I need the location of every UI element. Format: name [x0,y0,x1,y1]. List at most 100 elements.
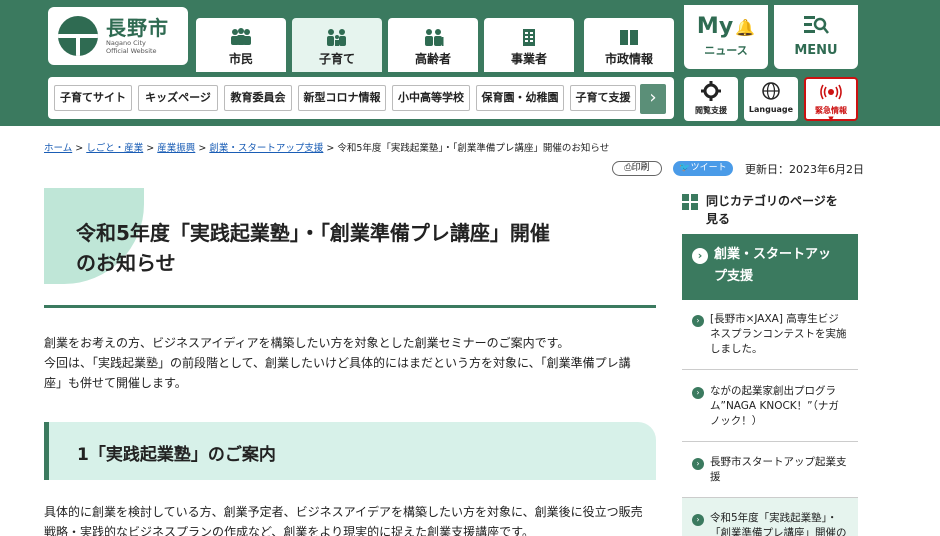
logo-english-name: Nagano City [106,39,146,47]
nav-tab-label: 子育て [318,52,355,66]
sidebar-link-line: 「創業準備プレ講座」開催の [710,527,847,536]
people-icon [231,28,251,45]
alert-signal-icon [820,84,842,100]
my-news-label: ニュース [704,44,748,57]
sidebar-link-line: ネスプランコンテストを実施 [710,328,847,340]
bell-icon: 🔔 [735,18,756,37]
my-news-button[interactable]: My 🔔 ニュース [684,5,768,69]
arrow-right-circle-icon: › [692,458,704,470]
arrow-right-circle-icon: › [692,248,708,264]
book-icon [620,30,638,45]
page-title-line: 令和5年度「実践起業塾」・「創業準備プレ講座」開催 [76,221,550,245]
nav-tab-label: 事業者 [510,52,547,66]
breadcrumb-link-industry-promotion[interactable]: 産業振興 [157,143,195,154]
logo-english-subtitle: Official Website [106,47,157,55]
section-body-line: 戦略・実践的なビジネスプランの作成など、創業をより現実的に捉えた創業支援講座です… [44,525,534,536]
intro-line: 座」も併せて開催します。 [44,376,187,390]
sidebar-link-naga-knock[interactable]: › ながの起業家創出プログラ ム”NAGA KNOCK！”（ナガ ノック！） [682,370,858,442]
accessibility-button[interactable]: 閲覧支援 [684,77,738,121]
breadcrumb-link-home[interactable]: ホーム [44,143,72,154]
sidebar-link-line: ム”NAGA KNOCK！”（ナガ [710,400,839,412]
logo-city-name: 長野市 [106,16,169,40]
breadcrumb-separator: > [146,143,155,154]
twitter-bird-icon: 🐦 [679,163,691,173]
updated-date: 更新日：2023年6月2日 [745,163,864,176]
subnav-item-childcare-support[interactable]: 子育て支援 [570,85,636,111]
sidebar-link-line: [長野市×JAXA] 高専生ビジ [710,313,839,325]
nav-tab-city-info[interactable]: 市政情報 [584,18,674,72]
sidebar-link-startup-support[interactable]: › 長野市スタートアップ起業支 援 [682,442,858,498]
globe-icon [762,82,780,100]
site-header: 長野市 Nagano City Official Website 市民 子育て … [0,0,940,126]
my-news-title: My [696,14,734,39]
page-title: 令和5年度「実践起業塾」・「創業準備プレ講座」開催 のお知らせ [76,218,656,278]
subnav-item-board-of-education[interactable]: 教育委員会 [224,85,292,111]
sidebar-category-line: プ支援 [714,269,754,284]
arrow-right-circle-icon: › [692,514,704,526]
breadcrumb-link-startup-support[interactable]: 創業・スタートアップ支援 [209,143,323,154]
breadcrumb: ホーム > しごと・産業 > 産業振興 > 創業・スタートアップ支援 > 令和5… [44,140,609,154]
gear-icon [701,81,721,101]
nav-tab-label: 高齢者 [414,52,451,66]
tweet-label: ツイート [690,163,727,173]
breadcrumb-current: 令和5年度「実践起業塾」・「創業準備プレ講座」開催のお知らせ [337,143,610,154]
intro-paragraph: 創業をお考えの方、ビジネスアイディアを構築したい方を対象とした創業セミナーのご案… [44,333,656,393]
grid-icon [682,194,698,210]
page-title-block: 令和5年度「実践起業塾」・「創業準備プレ講座」開催 のお知らせ [44,188,656,308]
menu-label: MENU [794,43,838,58]
sidebar-link-line: ノック！） [710,415,763,427]
sub-navigation: 子育てサイト キッズページ 教育委員会 新型コロナ情報 小中高等学校 保育園・幼… [48,77,674,119]
sidebar-category-line: 創業・スタートアッ [714,247,832,262]
sidebar-category-link[interactable]: › 創業・スタートアッ プ支援 [682,234,858,300]
elderly-icon [425,29,444,46]
breadcrumb-separator: > [75,143,84,154]
nav-tab-citizens[interactable]: 市民 [196,18,286,72]
sidebar-link-line: 援 [710,471,721,483]
sidebar-link-jaxa-contest[interactable]: › [長野市×JAXA] 高専生ビジ ネスプランコンテストを実施 しました。 [682,300,858,370]
sidebar-link-line: 令和5年度「実践起業塾」・ [710,512,838,524]
page-title-line: のお知らせ [76,251,176,275]
subnav-item-nursery[interactable]: 保育園・幼稚園 [476,85,564,111]
accessibility-label: 閲覧支援 [695,106,727,115]
nav-tab-label: 市政情報 [604,52,653,66]
sidebar-heading-line: 見る [706,212,731,226]
subnav-item-covid-info[interactable]: 新型コロナ情報 [298,85,386,111]
caret-down-icon: ▼ [828,115,834,123]
sidebar-link-line: しました。 [710,343,763,355]
emergency-info-button[interactable]: 緊急情報 ▼ [804,77,858,123]
chevron-right-icon: › [649,87,657,108]
sidebar-link-current-page[interactable]: › 令和5年度「実践起業塾」・ 「創業準備プレ講座」開催の [682,498,858,536]
print-label: 印刷 [631,163,650,173]
subnav-item-kids-page[interactable]: キッズページ [138,85,218,111]
section-heading: 1「実践起業塾」のご案内 [44,422,656,480]
breadcrumb-link-work-industry[interactable]: しごと・産業 [86,143,143,154]
printer-icon: ⎙ [624,163,632,173]
sidebar-link-line: ながの起業家創出プログラ [710,385,836,397]
tweet-button[interactable]: 🐦ツイート [673,161,733,176]
breadcrumb-separator: > [198,143,207,154]
sidebar-heading: 同じカテゴリのページを 見る [682,192,858,228]
section-heading-text: 1「実践起業塾」のご案内 [77,445,276,465]
nav-tab-childcare[interactable]: 子育て [292,18,382,72]
site-logo[interactable]: 長野市 Nagano City Official Website [48,7,188,65]
menu-button[interactable]: MENU [774,5,858,69]
nav-tab-label: 市民 [228,52,253,66]
section-body-line: 具体的に創業を検討している方、創業予定者、ビジネスアイデアを構築したい方を対象に… [44,505,643,519]
family-icon [327,29,346,46]
subnav-item-schools[interactable]: 小中高等学校 [392,85,470,111]
sidebar-link-line: 長野市スタートアップ起業支 [710,456,847,468]
arrow-right-circle-icon: › [692,387,704,399]
sidebar-heading-line: 同じカテゴリのページを [706,194,838,208]
language-label: Language [748,105,794,114]
nav-tab-elderly[interactable]: 高齢者 [388,18,478,72]
building-icon [523,29,535,46]
print-button[interactable]: ⎙印刷 [612,161,662,176]
subnav-next-button[interactable]: › [640,84,666,114]
language-button[interactable]: Language [744,77,798,121]
arrow-right-circle-icon: › [692,315,704,327]
intro-line: 創業をお考えの方、ビジネスアイディアを構築したい方を対象とした創業セミナーのご案… [44,336,570,350]
nagano-emblem-icon [58,16,98,56]
section-body: 具体的に創業を検討している方、創業予定者、ビジネスアイデアを構築したい方を対象に… [44,502,656,536]
nav-tab-business[interactable]: 事業者 [484,18,574,72]
subnav-item-kosodate-site[interactable]: 子育てサイト [54,85,132,111]
